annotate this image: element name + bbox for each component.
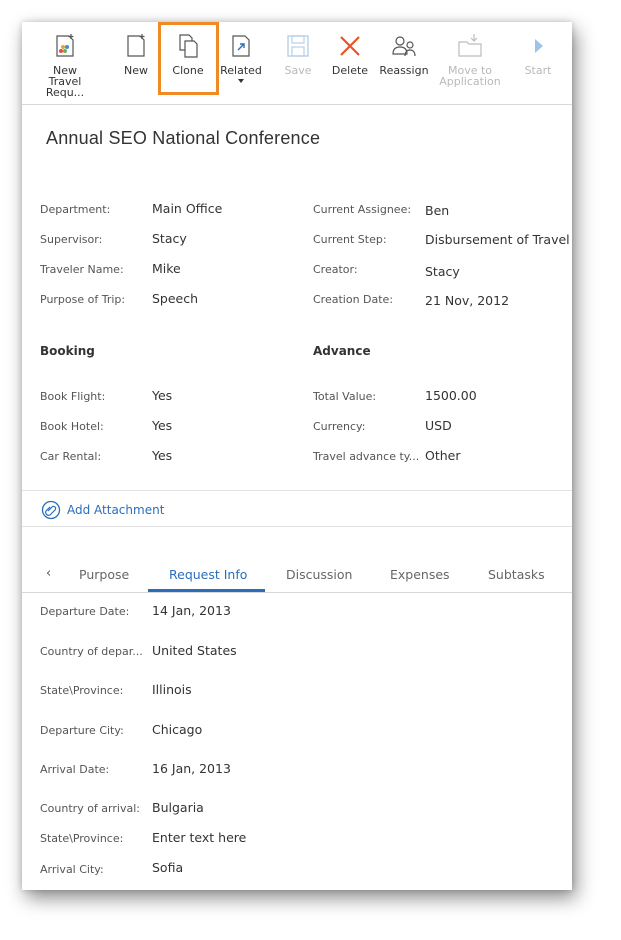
department-label: Department: [40, 203, 111, 216]
departure-date-value[interactable]: 14 Jan, 2013 [152, 603, 231, 618]
arrival-city-label: Arrival City: [40, 863, 104, 876]
travel-advance-type-label: Travel advance ty... [313, 450, 420, 463]
reassign-icon [392, 36, 416, 57]
arrival-city-value[interactable]: Sofia [152, 860, 183, 875]
save-button[interactable]: Save [276, 22, 320, 102]
country-of-departure-value[interactable]: United States [152, 643, 237, 658]
purpose-of-trip-label: Purpose of Trip: [40, 293, 126, 306]
country-of-arrival-value[interactable]: Bulgaria [152, 800, 204, 815]
tab-purpose[interactable]: Purpose [79, 567, 129, 582]
related-link-icon [232, 35, 250, 57]
tab-bar: ‹ Purpose Request Info Discussion Expens… [22, 557, 572, 593]
start-icon [535, 39, 543, 53]
delete-button[interactable]: Delete [328, 22, 372, 102]
start-button[interactable]: Start [516, 22, 560, 102]
current-step-label: Current Step: [313, 233, 387, 246]
book-flight-value: Yes [152, 388, 173, 403]
current-assignee-value: Ben [425, 203, 450, 218]
related-label: Related [220, 64, 262, 77]
book-hotel-label: Book Hotel: [40, 420, 104, 433]
traveler-name-label: Traveler Name: [40, 263, 124, 276]
move-to-application-button[interactable]: Move to Application [438, 22, 502, 102]
new-document-icon [127, 34, 145, 57]
department-value: Main Office [152, 201, 223, 216]
reassign-label: Reassign [379, 64, 429, 77]
departure-state-value[interactable]: Illinois [152, 682, 192, 697]
tab-subtasks[interactable]: Subtasks [488, 567, 545, 582]
country-of-departure-label: Country of depar... [40, 645, 143, 658]
arrival-date-value[interactable]: 16 Jan, 2013 [152, 761, 231, 776]
active-tab-indicator [148, 589, 265, 592]
booking-heading: Booking [40, 344, 95, 358]
traveler-name-value: Mike [152, 261, 181, 276]
divider [22, 526, 572, 527]
supervisor-value: Stacy [152, 231, 187, 246]
total-value-label: Total Value: [313, 390, 377, 403]
current-assignee-label: Current Assignee: [313, 203, 412, 216]
clone-highlight-frame [158, 22, 219, 95]
chevron-down-icon [238, 79, 244, 83]
tabs-prev-arrow[interactable]: ‹ [46, 566, 51, 581]
tab-expenses[interactable]: Expenses [390, 567, 450, 582]
total-value-value: 1500.00 [425, 388, 477, 403]
attachment-icon[interactable] [41, 500, 61, 520]
book-hotel-value: Yes [152, 418, 173, 433]
save-label: Save [284, 64, 312, 77]
delete-label: Delete [331, 64, 369, 77]
book-flight-label: Book Flight: [40, 390, 106, 403]
related-button[interactable]: Related [218, 22, 264, 102]
start-label: Start [524, 64, 552, 77]
move-to-application-icon [458, 34, 482, 57]
new-request-icon [56, 34, 74, 57]
currency-label: Currency: [313, 420, 366, 433]
supervisor-label: Supervisor: [40, 233, 103, 246]
current-step-value: Disbursement of Travel [425, 232, 570, 247]
car-rental-value: Yes [152, 448, 173, 463]
purpose-of-trip-value: Speech [152, 291, 199, 306]
departure-state-label: State\Province: [40, 684, 124, 697]
travel-advance-type-value: Other [425, 448, 461, 463]
page-title: Annual SEO National Conference [46, 128, 321, 148]
arrival-date-label: Arrival Date: [40, 763, 110, 776]
creation-date-value: 21 Nov, 2012 [425, 293, 510, 308]
departure-city-label: Departure City: [40, 724, 124, 737]
arrival-state-label: State\Province: [40, 832, 124, 845]
departure-city-value[interactable]: Chicago [152, 722, 202, 737]
reassign-button[interactable]: Reassign [378, 22, 430, 102]
departure-date-label: Departure Date: [40, 605, 130, 618]
save-icon [287, 35, 309, 57]
delete-icon [340, 36, 360, 56]
advance-heading: Advance [313, 344, 371, 358]
divider [22, 490, 572, 491]
tab-request-info[interactable]: Request Info [169, 567, 247, 582]
country-of-arrival-label: Country of arrival: [40, 802, 140, 815]
creator-label: Creator: [313, 263, 358, 276]
car-rental-label: Car Rental: [40, 450, 102, 463]
toolbar: New Travel Requ... New Clone Related Sav… [22, 22, 572, 105]
new-button[interactable]: New [114, 22, 158, 102]
arrival-state-input[interactable]: Enter text here [152, 830, 246, 845]
move-to-application-label: Move to Application [439, 64, 501, 88]
new-label: New [124, 64, 148, 77]
creation-date-label: Creation Date: [313, 293, 394, 306]
new-travel-request-button[interactable]: New Travel Requ... [28, 22, 102, 102]
add-attachment-link[interactable]: Add Attachment [67, 503, 164, 517]
tab-discussion[interactable]: Discussion [286, 567, 352, 582]
creator-value: Stacy [425, 264, 460, 279]
new-travel-request-label: New Travel Requ... [45, 64, 85, 99]
travel-request-panel: New Travel Requ... New Clone Related Sav… [22, 22, 572, 890]
currency-value: USD [425, 418, 452, 433]
